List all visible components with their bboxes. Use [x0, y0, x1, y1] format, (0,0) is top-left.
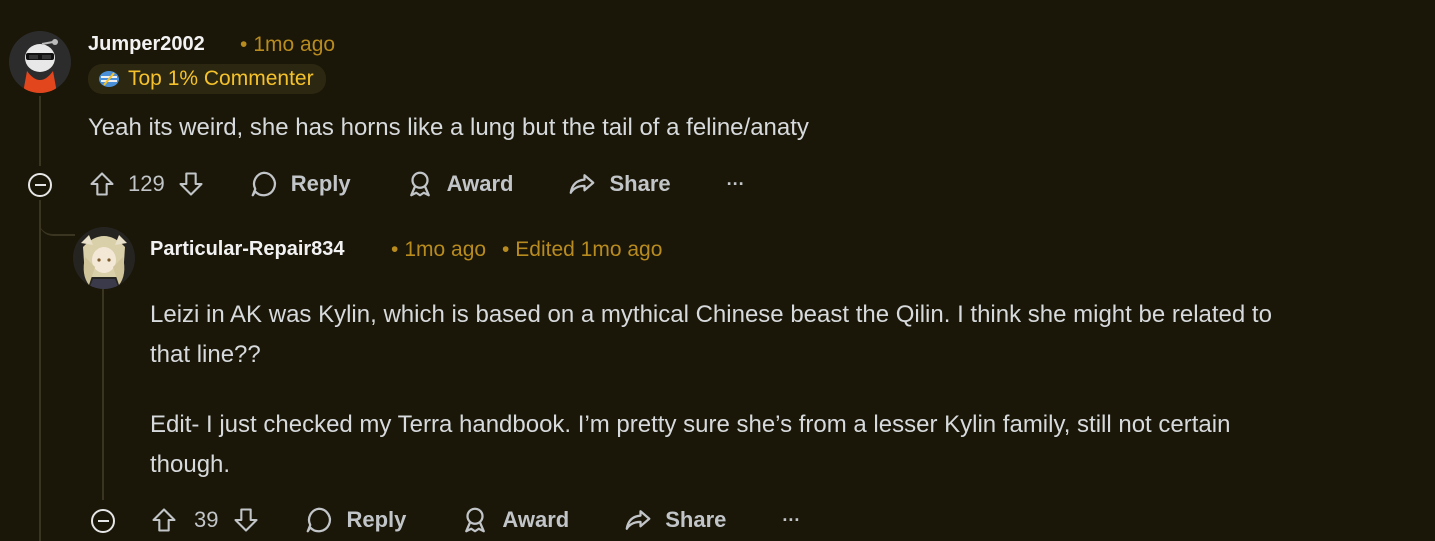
- award-icon: [465, 507, 486, 533]
- upvote-icon: [152, 508, 176, 532]
- share-button[interactable]: Share: [623, 505, 726, 535]
- comment-time: • 1mo ago • Edited 1mo ago: [391, 238, 663, 261]
- thread-line-root: [39, 96, 41, 166]
- downvote-button[interactable]: [232, 506, 260, 534]
- edited-label: Edited 1mo ago: [515, 238, 663, 261]
- thread-connector: [39, 200, 75, 236]
- comment-body: Leizi in AK was Kylin, which is based on…: [150, 295, 1272, 485]
- comment-actions: 39 Reply Award Share ···: [150, 500, 800, 540]
- award-label: Award: [446, 171, 514, 196]
- comment-body-line: Leizi in AK was Kylin, which is based on…: [150, 301, 1272, 328]
- flair-icon: [98, 69, 120, 89]
- comment-body-line: Yeah its weird, she has horns like a lun…: [88, 114, 809, 141]
- thread-line-reply: [102, 288, 104, 500]
- share-button[interactable]: Share: [567, 169, 671, 199]
- more-options-button[interactable]: ···: [782, 510, 800, 531]
- avatar[interactable]: [9, 31, 71, 93]
- more-icon: ···: [726, 173, 745, 194]
- chat-bubble-icon: [251, 171, 276, 197]
- share-label: Share: [665, 507, 727, 532]
- upvote-button[interactable]: [88, 170, 116, 198]
- more-icon: ···: [782, 509, 801, 530]
- chat-bubble-icon: [307, 507, 332, 533]
- downvote-button[interactable]: [177, 170, 205, 198]
- comment-author[interactable]: Jumper2002: [88, 33, 205, 56]
- reply-button[interactable]: Reply: [249, 169, 351, 199]
- reply-label: Reply: [346, 507, 407, 532]
- reply-button[interactable]: Reply: [304, 505, 406, 535]
- upvote-icon: [90, 172, 114, 196]
- share-icon: [570, 174, 595, 194]
- user-flair: Top 1% Commenter: [88, 64, 326, 94]
- share-label: Share: [609, 171, 671, 196]
- comment-body: Yeah its weird, she has horns like a lun…: [88, 108, 809, 148]
- award-label: Award: [502, 507, 570, 532]
- comment-body-line: Edit- I just checked my Terra handbook. …: [150, 411, 1231, 438]
- comment-body-line: that line??: [150, 341, 261, 368]
- comment-actions: 129 Reply Award Share ···: [88, 164, 745, 204]
- award-icon: [409, 171, 430, 197]
- collapse-button[interactable]: [91, 509, 115, 533]
- collapse-button[interactable]: [28, 173, 52, 197]
- comment-time-text: 1mo ago: [404, 238, 487, 261]
- vote-count: 129: [128, 171, 165, 196]
- comment-time-text: 1mo ago: [253, 33, 336, 56]
- vote-count: 39: [194, 507, 219, 532]
- share-icon: [625, 510, 651, 530]
- thread-line-root-lower: [39, 200, 41, 541]
- comment-body-line: though.: [150, 451, 231, 478]
- avatar[interactable]: [73, 227, 135, 289]
- reply-label: Reply: [290, 171, 351, 196]
- downvote-icon: [234, 508, 259, 532]
- more-options-button[interactable]: ···: [727, 174, 745, 195]
- flair-text: Top 1% Commenter: [128, 67, 314, 90]
- comment-author[interactable]: Particular-Repair834: [150, 238, 345, 261]
- upvote-button[interactable]: [150, 506, 178, 534]
- comment-time: • 1mo ago: [240, 33, 336, 56]
- award-button[interactable]: Award: [405, 169, 514, 199]
- downvote-icon: [179, 172, 203, 196]
- award-button[interactable]: Award: [460, 505, 569, 535]
